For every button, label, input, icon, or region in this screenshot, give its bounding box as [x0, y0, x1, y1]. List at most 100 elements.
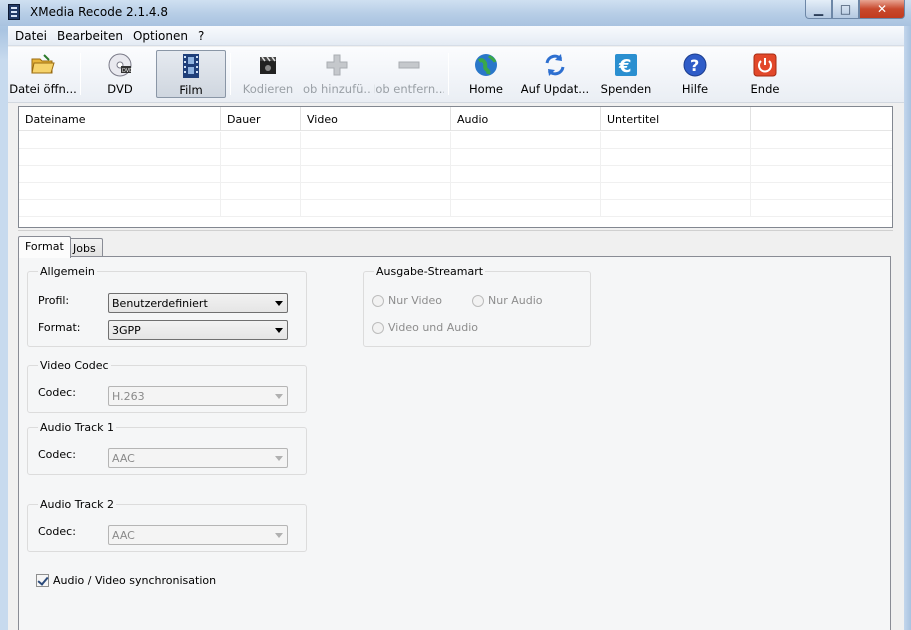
home-label: Home	[469, 82, 503, 96]
table-row	[19, 149, 892, 166]
format-tab-panel: Allgemein Profil: Benutzerdefiniert Form…	[18, 256, 891, 630]
film-icon	[178, 53, 204, 79]
radio-video-and-audio-label: Video und Audio	[388, 321, 479, 334]
audio-track-1-group: Audio Track 1 Codec: AAC	[27, 421, 307, 475]
remove-job-button[interactable]: Job entfern...	[374, 50, 444, 98]
menu-optionen[interactable]: Optionen	[128, 29, 193, 43]
chevron-down-icon	[275, 394, 283, 399]
plus-icon	[324, 52, 350, 78]
video-codec-label: Codec:	[38, 386, 76, 399]
exit-label: Ende	[750, 82, 780, 96]
encode-label: Kodieren	[242, 82, 294, 96]
globe-icon	[473, 52, 499, 78]
column-duration[interactable]: Dauer	[221, 107, 301, 131]
audio-track-2-group: Audio Track 2 Codec: AAC	[27, 498, 307, 552]
update-label: Auf Updat...	[520, 82, 590, 96]
format-label: Format:	[38, 321, 81, 334]
donate-label: Spenden	[600, 82, 652, 96]
app-window: XMedia Recode 2.1.4.8 ▁ □ ✕ Datei Bearbe…	[0, 0, 911, 630]
minimize-button[interactable]: ▁	[805, 0, 832, 19]
help-icon: ?	[682, 52, 708, 78]
euro-icon: €	[613, 52, 639, 78]
menu-datei[interactable]: Datei	[10, 29, 52, 43]
open-file-label: Datei öffn...	[10, 82, 76, 96]
radio-only-audio[interactable]: Nur Audio	[472, 294, 542, 307]
update-button[interactable]: Auf Updat...	[520, 50, 590, 98]
output-stream-group: Ausgabe-Streamart Nur Video Nur Audio Vi…	[363, 265, 591, 347]
title-bar[interactable]: XMedia Recode 2.1.4.8 ▁ □ ✕	[0, 0, 911, 26]
table-row	[19, 183, 892, 200]
file-list-body	[19, 132, 892, 227]
splitter[interactable]	[18, 230, 893, 232]
remove-job-label: Job entfern...	[374, 82, 444, 96]
svg-text:DVD: DVD	[122, 68, 133, 74]
av-sync-checkbox[interactable]: Audio / Video synchronisation	[36, 574, 216, 587]
general-group-title: Allgemein	[38, 265, 97, 278]
open-file-button[interactable]: Datei öffn...	[10, 50, 76, 98]
column-audio[interactable]: Audio	[451, 107, 601, 131]
audio-track-2-codec-select[interactable]: AAC	[108, 525, 288, 545]
audio-track-1-codec-select[interactable]: AAC	[108, 448, 288, 468]
add-job-button[interactable]: Job hinzufü...	[302, 50, 372, 98]
menu-bearbeiten[interactable]: Bearbeiten	[52, 29, 128, 43]
radio-dot	[472, 294, 484, 307]
encode-button[interactable]: Kodieren	[238, 50, 298, 98]
close-button[interactable]: ✕	[859, 0, 905, 19]
film-button[interactable]: Film	[156, 50, 226, 98]
general-group: Allgemein Profil: Benutzerdefiniert Form…	[27, 265, 307, 347]
audio-track-2-codec-label: Codec:	[38, 525, 76, 538]
video-codec-select[interactable]: H.263	[108, 386, 288, 406]
window-controls: ▁ □ ✕	[805, 0, 905, 19]
file-list[interactable]: Dateiname Dauer Video Audio Untertitel	[18, 106, 893, 228]
profile-label: Profil:	[38, 294, 70, 307]
checkbox-checked-icon	[36, 574, 49, 587]
profile-select[interactable]: Benutzerdefiniert	[108, 293, 288, 313]
column-empty	[751, 107, 892, 131]
radio-only-audio-label: Nur Audio	[488, 294, 543, 307]
donate-button[interactable]: € Spenden	[596, 50, 656, 98]
toolbar: Datei öffn... DVD DVD Film Kodieren Job …	[8, 47, 904, 103]
video-codec-group-title: Video Codec	[38, 359, 111, 372]
table-row	[19, 200, 892, 217]
film-label: Film	[179, 83, 203, 97]
menu-bar: Datei Bearbeiten Optionen ?	[8, 26, 904, 46]
video-codec-value: H.263	[112, 390, 145, 403]
minus-icon	[396, 52, 422, 78]
column-filename[interactable]: Dateiname	[19, 107, 221, 131]
chevron-down-icon	[275, 328, 283, 333]
power-icon	[752, 52, 778, 78]
audio-track-1-codec-label: Codec:	[38, 448, 76, 461]
column-subtitle[interactable]: Untertitel	[601, 107, 751, 131]
folder-icon	[30, 52, 56, 78]
column-video[interactable]: Video	[301, 107, 451, 131]
window-title: XMedia Recode 2.1.4.8	[30, 5, 168, 19]
dvd-label: DVD	[107, 82, 133, 96]
toolbar-separator	[80, 53, 81, 95]
audio-track-2-group-title: Audio Track 2	[38, 498, 117, 511]
window-border	[904, 26, 911, 630]
dvd-button[interactable]: DVD DVD	[88, 50, 152, 98]
film-strip-icon	[8, 4, 20, 20]
output-stream-group-title: Ausgabe-Streamart	[374, 265, 486, 278]
file-list-header: Dateiname Dauer Video Audio Untertitel	[19, 107, 892, 131]
chevron-down-icon	[275, 301, 283, 306]
format-value: 3GPP	[112, 324, 141, 337]
client-area: Datei Bearbeiten Optionen ? Datei öffn..…	[8, 26, 904, 630]
tab-format[interactable]: Format	[18, 236, 71, 258]
av-sync-label: Audio / Video synchronisation	[53, 574, 217, 587]
home-button[interactable]: Home	[458, 50, 514, 98]
help-label: Hilfe	[681, 82, 709, 96]
help-button[interactable]: ? Hilfe	[668, 50, 722, 98]
radio-only-video[interactable]: Nur Video	[372, 294, 442, 307]
toolbar-separator	[230, 53, 231, 95]
tab-jobs[interactable]: Jobs	[66, 238, 103, 258]
radio-video-and-audio[interactable]: Video und Audio	[372, 321, 478, 334]
profile-value: Benutzerdefiniert	[112, 297, 208, 310]
menu-help[interactable]: ?	[193, 29, 209, 43]
add-job-label: Job hinzufü...	[302, 82, 372, 96]
clapperboard-icon	[255, 52, 281, 78]
exit-button[interactable]: Ende	[738, 50, 792, 98]
maximize-button[interactable]: □	[832, 0, 859, 19]
format-select[interactable]: 3GPP	[108, 320, 288, 340]
chevron-down-icon	[275, 533, 283, 538]
